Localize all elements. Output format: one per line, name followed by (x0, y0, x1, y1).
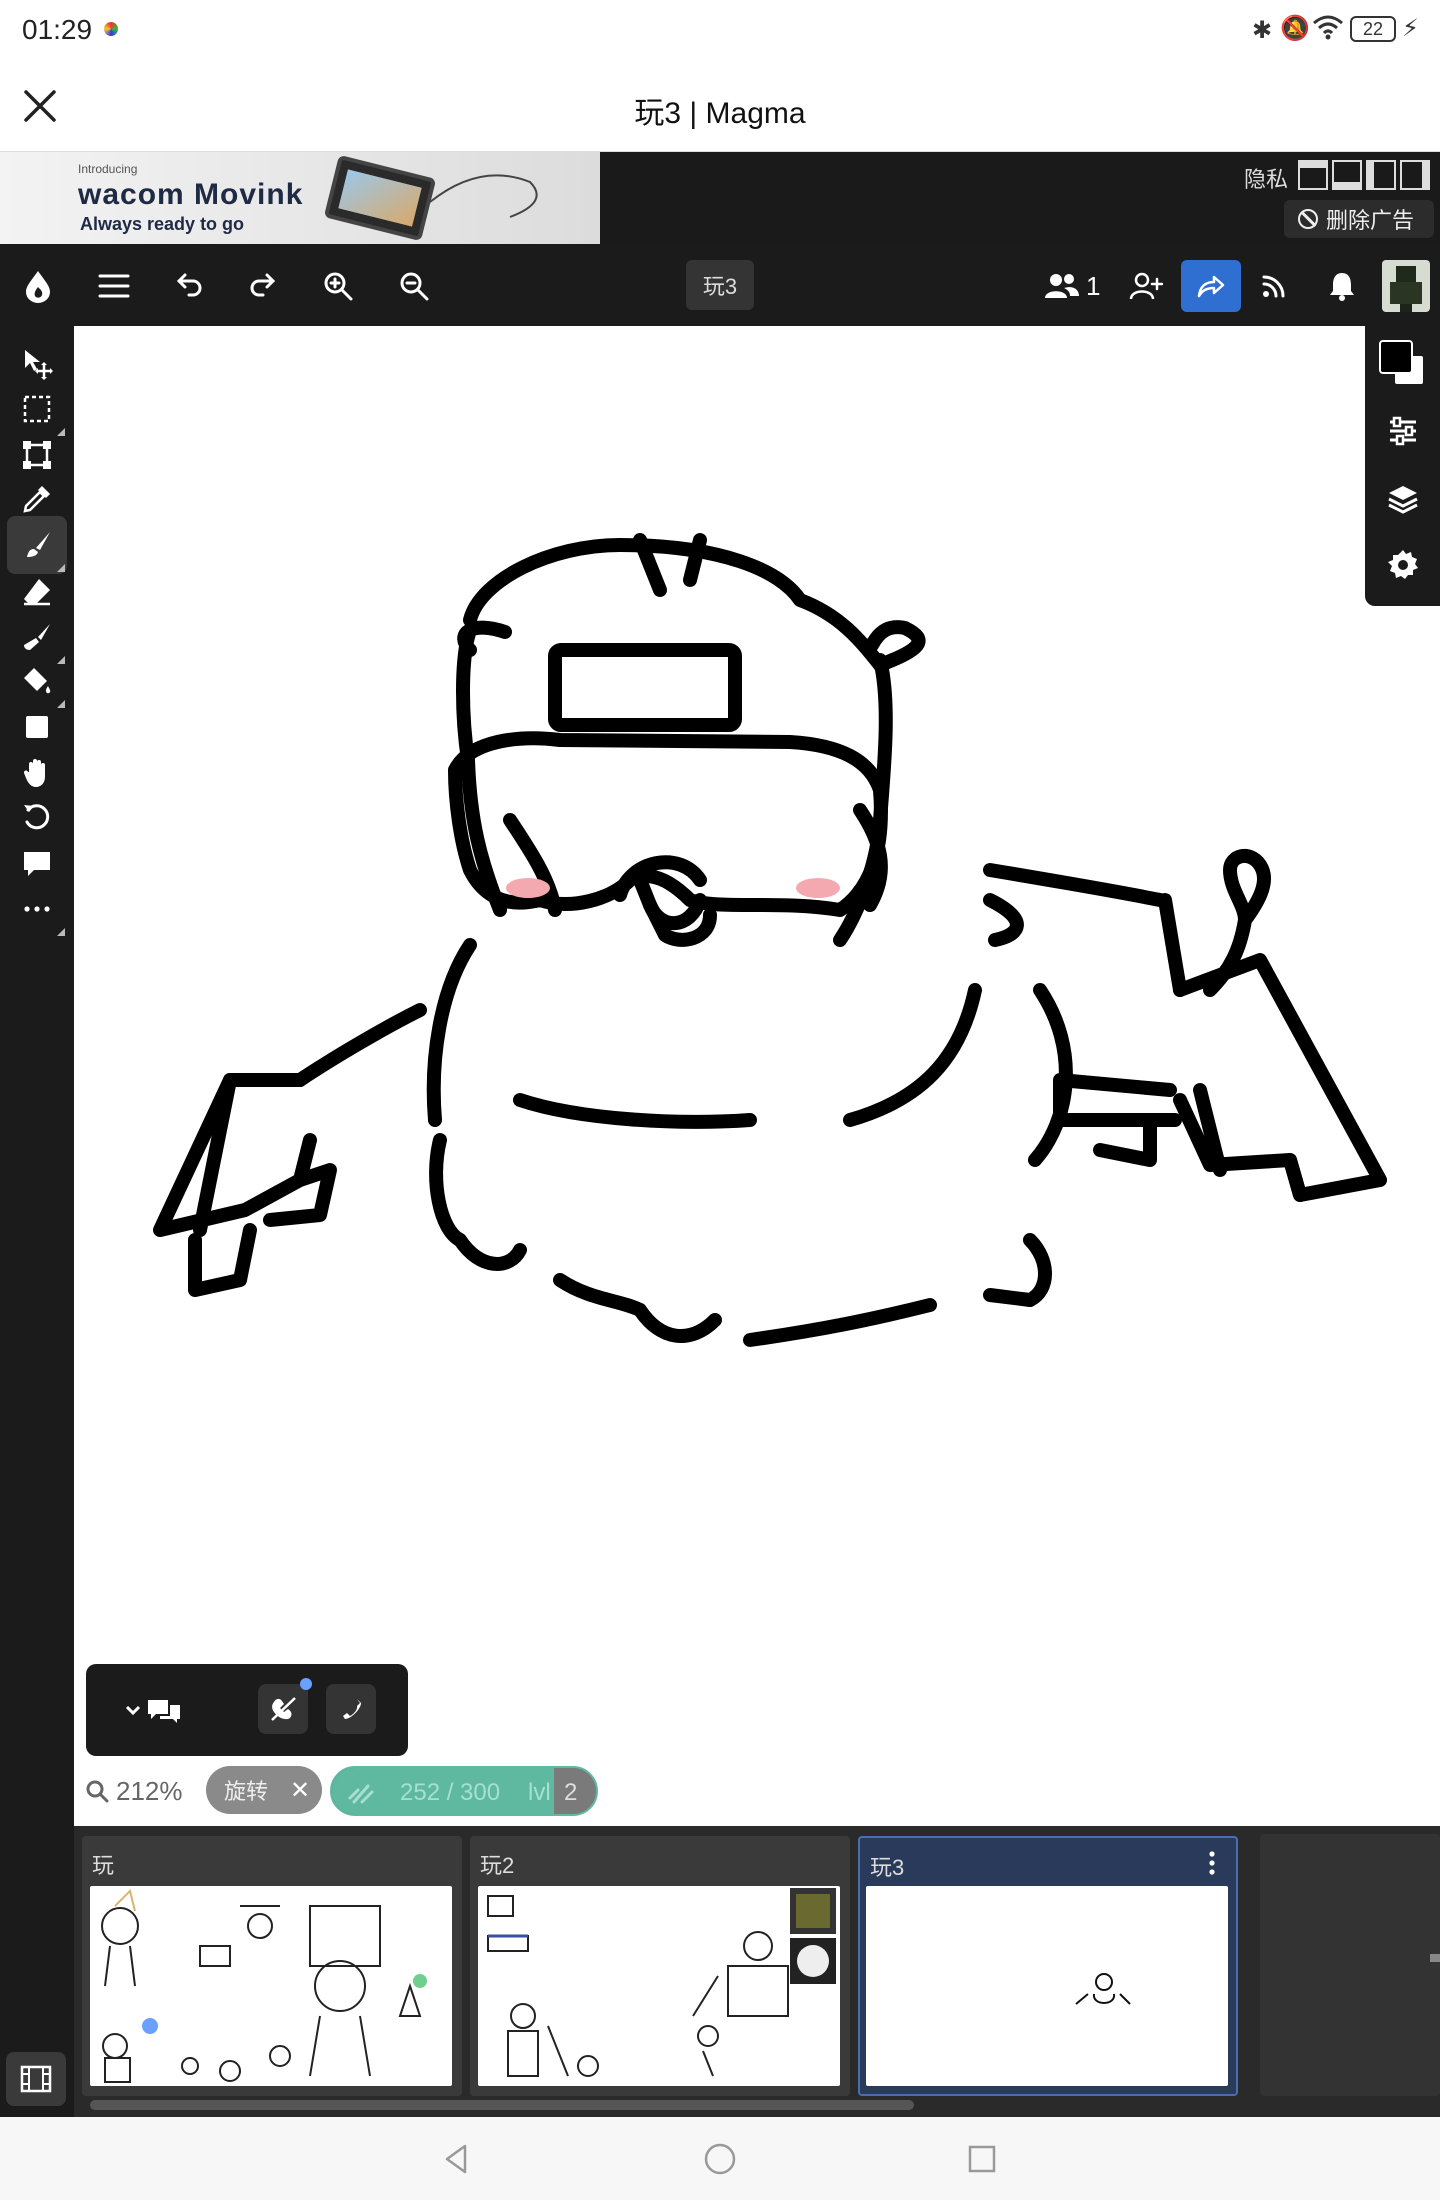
notification-dot (300, 1678, 312, 1690)
rotation-chip[interactable]: 旋转 ✕ (206, 1766, 322, 1814)
phone-icon (343, 1699, 361, 1719)
users-button[interactable]: 1 (1044, 262, 1100, 310)
ad-banner-area: Introducing wacom Movink Always ready to… (0, 152, 1440, 246)
layers-icon[interactable] (1378, 474, 1428, 524)
page-thumbnail (866, 1886, 1228, 2086)
magma-logo-icon[interactable] (14, 262, 62, 310)
rotate-label: 旋转 (224, 1779, 269, 1804)
remove-ads-label: 删除广告 (1326, 208, 1415, 233)
layout-right-icon[interactable] (1400, 160, 1430, 190)
layout-icons (1298, 160, 1432, 192)
voice-chat-button[interactable] (258, 1678, 312, 1734)
layout-left-icon[interactable] (1366, 160, 1396, 190)
primary-color-swatch[interactable] (1379, 340, 1413, 374)
collapse-chat-icon[interactable] (124, 1692, 184, 1728)
brush-stroke-icon (348, 1784, 374, 1804)
battery-level: 22 (1362, 19, 1384, 39)
new-page-placeholder[interactable] (1260, 1834, 1440, 2096)
undo-icon[interactable] (164, 262, 212, 310)
battery-icon: 22 (1350, 16, 1396, 42)
voice-off-icon (271, 1697, 296, 1721)
page-card-active[interactable]: 玩3 (858, 1836, 1238, 2096)
submenu-indicator (57, 928, 65, 936)
add-user-icon[interactable] (1122, 262, 1170, 310)
home-icon[interactable] (700, 2139, 740, 2179)
level-prefix: lvl (528, 1779, 551, 1806)
page-title: 玩3 | Magma (634, 97, 806, 130)
page-filmstrip: 玩 玩2 玩3 (74, 1826, 1440, 2117)
remove-ads-button[interactable]: 删除广告 (1284, 200, 1434, 238)
avatar[interactable] (1382, 260, 1430, 312)
top-toolbar: 玩3 1 (0, 246, 1440, 326)
sketch-artwork (153, 533, 1387, 1347)
menu-icon[interactable] (90, 262, 138, 310)
progress-text: 252 / 300 (400, 1779, 501, 1806)
filmstrip-toggle-icon[interactable] (6, 2052, 66, 2106)
left-toolbar (0, 326, 74, 2117)
zoom-level: 212% (116, 1775, 183, 1806)
ad-banner[interactable]: Introducing wacom Movink Always ready to… (0, 152, 600, 244)
broadcast-icon[interactable] (1250, 262, 1298, 310)
level-progress-bar[interactable]: 252 / 300 lvl 2 (330, 1766, 598, 1816)
level-number: 2 (564, 1779, 578, 1806)
ad-top-text: Introducing (78, 162, 138, 176)
layout-bottom-icon[interactable] (1332, 160, 1362, 190)
chat-widget (86, 1664, 408, 1756)
recents-icon[interactable] (962, 2139, 1002, 2179)
call-button[interactable] (326, 1684, 376, 1734)
reset-rotation-icon[interactable]: ✕ (290, 1776, 310, 1805)
zoom-indicator[interactable]: 212% (84, 1774, 183, 1808)
status-time: 01:29 (22, 14, 93, 45)
ad-brand: wacom Movink (78, 178, 304, 211)
layout-top-icon[interactable] (1298, 160, 1328, 190)
privacy-label[interactable]: 隐私 (1244, 162, 1288, 194)
zoom-out-icon[interactable] (390, 262, 438, 310)
charging-icon: ⚡ (1402, 15, 1419, 42)
adjustments-icon[interactable] (1378, 406, 1428, 456)
settings-gear-icon[interactable] (1378, 540, 1428, 590)
page-options-icon[interactable] (1200, 1848, 1224, 1878)
notification-bell-icon[interactable] (1318, 262, 1366, 310)
more-tools-icon[interactable] (7, 880, 67, 938)
right-panel (1365, 326, 1440, 606)
page-thumbnail (478, 1886, 840, 2086)
zoom-in-icon[interactable] (314, 262, 362, 310)
page-thumbnail (90, 1886, 452, 2086)
users-count: 1 (1086, 270, 1101, 301)
share-icon (1197, 275, 1225, 298)
drawing-name-button[interactable]: 玩3 (686, 260, 754, 310)
page-card[interactable]: 玩 (82, 1836, 462, 2096)
page-card-title: 玩 (92, 1853, 115, 1878)
mute-icon: 🔕 (1280, 15, 1310, 42)
color-swatch[interactable] (1377, 338, 1431, 392)
system-nav-bar (0, 2117, 1440, 2200)
status-bar: 01:29 ✱ 🔕 22 ⚡ (0, 0, 1440, 60)
redo-icon[interactable] (240, 262, 288, 310)
page-card-title: 玩2 (480, 1853, 515, 1878)
users-icon (1045, 274, 1079, 298)
drawing-canvas[interactable]: 212% 旋转 ✕ 252 / 300 lvl 2 (74, 326, 1440, 1826)
filmstrip-scrollbar[interactable] (90, 2100, 914, 2110)
block-icon (1298, 209, 1318, 229)
ad-tagline: Always ready to go (80, 214, 245, 234)
page-card[interactable]: 玩2 (470, 1836, 850, 2096)
drawing-name: 玩3 (702, 274, 738, 299)
bluetooth-icon: ✱ (1252, 17, 1273, 44)
title-bar: 玩3 | Magma (0, 60, 1440, 152)
chat-bubbles-icon (148, 1700, 180, 1723)
wifi-icon (1312, 14, 1344, 45)
magnifier-icon (86, 1780, 109, 1803)
share-button[interactable] (1181, 260, 1241, 312)
ad-cable (429, 174, 538, 218)
back-icon[interactable] (436, 2139, 476, 2179)
page-card-title: 玩3 (870, 1855, 905, 1880)
app-dot-icon (104, 22, 118, 36)
